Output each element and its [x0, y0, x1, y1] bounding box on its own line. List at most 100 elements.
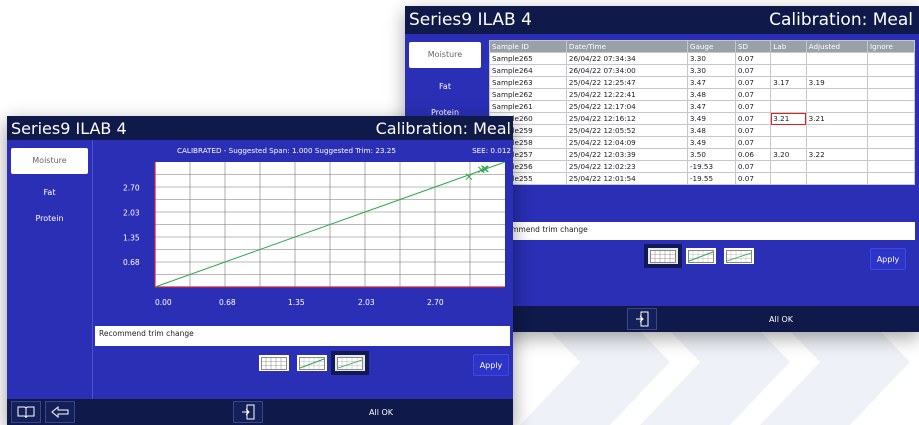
column-header[interactable]: SD [734, 40, 772, 53]
column-header[interactable]: Lab [770, 40, 807, 53]
table-cell[interactable]: 25/04/22 12:04:09 [565, 136, 688, 149]
table-cell[interactable] [805, 88, 869, 101]
table-cell[interactable]: -19.53 [686, 160, 736, 173]
column-header[interactable]: Gauge [686, 40, 736, 53]
table-row[interactable]: Sample261 25/04/22 12:17:04 3.47 0.07 [489, 100, 915, 113]
table-cell[interactable] [867, 160, 915, 173]
table-cell[interactable] [867, 136, 915, 149]
scatter-view-button[interactable] [333, 353, 367, 373]
table-row[interactable]: Sample264 26/04/22 07:34:00 3.30 0.07 [489, 64, 915, 77]
table-row[interactable]: Sample25525/04/22 12:01:54-19.550.07 [489, 172, 915, 185]
table-cell[interactable] [805, 64, 869, 77]
column-header[interactable]: Sample ID [489, 40, 567, 53]
column-header[interactable]: Date/Time [565, 40, 688, 53]
table-cell[interactable]: 3.21 [805, 112, 869, 125]
scatter-view-button[interactable] [722, 246, 756, 266]
sidebar-item-protein[interactable]: Protein [7, 206, 92, 232]
table-cell[interactable] [770, 124, 807, 137]
table-cell[interactable]: 25/04/22 12:25:47 [565, 76, 688, 89]
table-cell[interactable]: 25/04/22 12:17:04 [565, 100, 688, 113]
table-cell[interactable]: 3.47 [686, 76, 736, 89]
table-cell[interactable]: 0.07 [734, 52, 772, 65]
table-cell[interactable] [805, 160, 869, 173]
table-cell[interactable] [805, 124, 869, 137]
table-cell[interactable]: 0.07 [734, 64, 772, 77]
table-row[interactable]: Sample265 26/04/22 07:34:34 3.30 0.07 [489, 52, 915, 65]
table-row[interactable]: Sample25625/04/22 12:02:23-19.530.07 [489, 160, 915, 173]
table-cell[interactable]: 3.30 [686, 64, 736, 77]
table-cell[interactable]: 3.20 [770, 148, 807, 161]
manual-button[interactable] [11, 401, 41, 423]
table-cell[interactable] [867, 64, 915, 77]
table-cell[interactable] [867, 112, 915, 125]
table-row[interactable]: Sample263 25/04/22 12:25:47 3.47 0.07 3.17 3.… [489, 76, 915, 89]
graph-view-button[interactable] [684, 246, 718, 266]
table-cell[interactable]: 0.07 [734, 88, 772, 101]
table-cell[interactable]: 3.48 [686, 124, 736, 137]
apply-button[interactable]: Apply [473, 354, 509, 376]
table-cell[interactable]: 0.07 [734, 124, 772, 137]
table-cell[interactable]: 3.19 [805, 76, 869, 89]
table-cell[interactable]: 0.07 [734, 100, 772, 113]
table-cell[interactable] [805, 172, 869, 185]
table-cell[interactable]: 25/04/22 12:22:41 [565, 88, 688, 101]
table-cell[interactable]: 25/04/22 12:05:52 [565, 124, 688, 137]
table-cell[interactable] [770, 88, 807, 101]
table-cell[interactable] [770, 172, 807, 185]
back-button[interactable] [45, 401, 75, 423]
table-cell[interactable]: 3.49 [686, 136, 736, 149]
table-cell[interactable] [770, 136, 807, 149]
table-cell[interactable] [805, 52, 869, 65]
table-cell[interactable]: Sample264 [489, 64, 567, 77]
table-row[interactable]: Sample26025/04/22 12:16:123.490.073.213.… [489, 112, 915, 125]
table-cell[interactable]: 26/04/22 07:34:34 [565, 52, 688, 65]
table-cell[interactable] [867, 100, 915, 113]
table-cell[interactable]: 0.07 [734, 172, 772, 185]
sidebar-item-moisture[interactable]: Moisture [11, 148, 88, 174]
table-cell[interactable]: 25/04/22 12:16:12 [565, 112, 688, 125]
table-cell[interactable]: 0.07 [734, 76, 772, 89]
table-view-button[interactable] [646, 246, 680, 266]
table-cell[interactable]: 3.21 [770, 112, 807, 125]
table-cell[interactable] [867, 172, 915, 185]
table-cell[interactable]: 26/04/22 07:34:00 [565, 64, 688, 77]
table-cell[interactable] [867, 88, 915, 101]
table-row[interactable]: Sample25925/04/22 12:05:523.480.07 [489, 124, 915, 137]
table-cell[interactable]: 3.17 [770, 76, 807, 89]
table-cell[interactable]: 3.47 [686, 100, 736, 113]
table-cell[interactable]: 0.07 [734, 160, 772, 173]
sidebar-item-fat[interactable]: Fat [405, 74, 485, 100]
table-cell[interactable]: 25/04/22 12:01:54 [565, 172, 688, 185]
table-view-button[interactable] [257, 353, 291, 373]
table-cell[interactable]: 25/04/22 12:02:23 [565, 160, 688, 173]
exit-button[interactable] [627, 308, 657, 330]
table-cell[interactable]: 3.30 [686, 52, 736, 65]
table-cell[interactable] [867, 76, 915, 89]
table-cell[interactable] [770, 100, 807, 113]
table-cell[interactable]: 0.06 [734, 148, 772, 161]
table-cell[interactable] [770, 64, 807, 77]
table-cell[interactable]: 3.50 [686, 148, 736, 161]
table-row[interactable]: Sample262 25/04/22 12:22:41 3.48 0.07 [489, 88, 915, 101]
table-cell[interactable]: 3.22 [805, 148, 869, 161]
table-cell[interactable] [770, 160, 807, 173]
table-cell[interactable] [805, 136, 869, 149]
table-cell[interactable]: 3.49 [686, 112, 736, 125]
sidebar-item-moisture[interactable]: Moisture [409, 42, 481, 68]
column-header[interactable]: Adjusted [805, 40, 869, 53]
table-cell[interactable]: -19.55 [686, 172, 736, 185]
table-cell[interactable]: Sample265 [489, 52, 567, 65]
exit-button[interactable] [233, 401, 263, 423]
table-cell[interactable] [867, 148, 915, 161]
table-cell[interactable]: Sample262 [489, 88, 567, 101]
table-cell[interactable]: 0.07 [734, 112, 772, 125]
table-cell[interactable]: Sample261 [489, 100, 567, 113]
table-cell[interactable]: 25/04/22 12:03:39 [565, 148, 688, 161]
sidebar-item-fat[interactable]: Fat [7, 180, 92, 206]
column-header[interactable]: Ignore [867, 40, 915, 53]
table-cell[interactable]: 3.48 [686, 88, 736, 101]
graph-view-button[interactable] [295, 353, 329, 373]
table-cell[interactable] [805, 100, 869, 113]
table-cell[interactable] [867, 52, 915, 65]
table-cell[interactable]: Sample263 [489, 76, 567, 89]
